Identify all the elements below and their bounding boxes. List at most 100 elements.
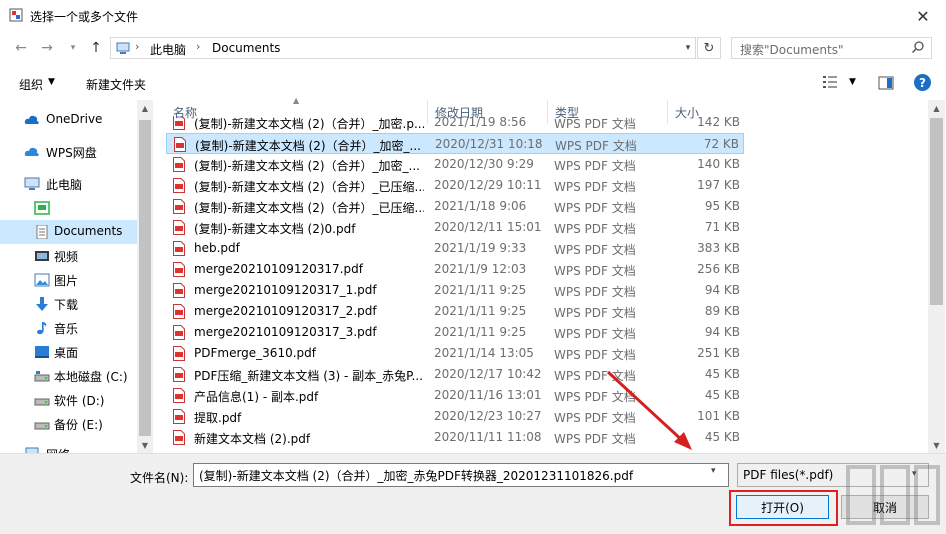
video-icon [35,251,49,261]
close-button[interactable]: ✕ [900,0,946,32]
nav-item-network[interactable]: 网络 [0,442,137,453]
arrow-left-icon: ← [15,40,27,56]
scroll-down-button[interactable]: ▼ [928,437,945,453]
file-row[interactable]: (复制)-新建文本文档 (2)（合并）_加密_... 2020/12/30 9:2… [166,154,744,175]
file-date: 2020/12/29 10:11 [434,178,542,192]
nav-item-documents[interactable]: Documents [0,220,137,244]
nav-item-this-pc[interactable]: 此电脑 [0,172,137,196]
file-name: 提取.pdf [194,411,242,425]
column-date[interactable]: 修改日期 [428,100,548,124]
pdf-file-icon [173,262,185,277]
file-row[interactable]: (复制)-新建文本文档 (2)（合并）_已压缩... 2021/1/18 9:06… [166,196,744,217]
chevron-down-icon[interactable]: ▾ [711,466,716,476]
drive-icon [34,371,50,382]
up-button[interactable]: ↑ [85,38,107,58]
scroll-down-button[interactable]: ▼ [137,437,153,453]
drive-icon [34,422,50,430]
help-button[interactable]: ? [914,74,931,91]
scroll-up-button[interactable]: ▲ [928,100,945,116]
recent-locations-button[interactable]: ▾ [62,38,84,58]
preview-pane-icon[interactable] [878,75,894,91]
file-type: WPS PDF 文档 [554,222,636,236]
file-row[interactable]: merge20210109120317.pdf 2021/1/9 12:03 WPS… [166,259,744,280]
arrow-right-icon: → [41,40,53,56]
file-size: 45 KB [704,388,740,402]
nav-item-music[interactable]: 音乐 [0,316,137,340]
file-type: WPS PDF 文档 [554,264,636,278]
pdf-file-icon [173,304,185,319]
open-button[interactable]: 打开(O) [736,495,829,519]
nav-item-drive-d[interactable]: 软件 (D:) [0,388,137,412]
nav-scrollbar-thumb[interactable] [139,120,151,436]
nav-item-videos[interactable]: 视频 [0,244,137,268]
breadcrumb-separator[interactable]: › [135,40,139,53]
nav-item-drive-e[interactable]: 备份 (E:) [0,412,137,436]
file-date: 2020/11/16 13:01 [434,388,542,402]
breadcrumb-documents[interactable]: Documents [212,41,280,55]
pdf-file-icon [173,178,185,193]
file-row[interactable]: merge20210109120317_3.pdf 2021/1/11 9:25 W… [166,322,744,343]
nav-item-downloads[interactable]: 下载 [0,292,137,316]
file-date: 2021/1/11 9:25 [434,304,527,318]
nav-item-desktop[interactable]: 桌面 [0,340,137,364]
chevron-down-icon[interactable]: ▼ [849,77,856,87]
file-row[interactable]: PDFmerge_3610.pdf 2021/1/14 13:05 WPS PDF … [166,343,744,364]
pdf-file-icon [173,220,185,235]
file-name: 新建文本文档 (2).pdf [194,432,311,446]
refresh-button[interactable]: ↻ [697,37,721,59]
help-icon: ? [919,75,926,90]
file-name: 产品信息(1) - 副本.pdf [194,390,319,404]
search-input[interactable]: 搜索"Documents" [740,41,843,58]
organize-button[interactable]: 组织 [19,76,43,93]
back-button[interactable]: ← [10,38,32,58]
file-size: 95 KB [704,199,740,213]
scroll-up-button[interactable]: ▲ [137,100,153,116]
file-row[interactable]: (复制)-新建文本文档 (2)（合并）_已压缩... 2020/12/29 10:… [166,175,744,196]
new-folder-button[interactable]: 新建文件夹 [86,76,146,93]
document-icon [36,225,48,239]
file-row[interactable]: heb.pdf 2021/1/19 9:33 WPS PDF 文档 383 KB [166,238,744,259]
forward-button[interactable]: → [36,38,58,58]
address-dropdown-button[interactable]: ▾ [680,38,696,58]
desktop-icon [35,346,49,358]
navigation-pane: OneDrive WPS网盘 此电脑 Documents 视频 图片 下载 音乐… [0,100,153,453]
nav-item-label: 下载 [54,298,79,312]
nav-item-wechat-files[interactable] [0,196,137,220]
file-size: 256 KB [697,262,740,276]
nav-item-wps-cloud[interactable]: WPS网盘 [0,140,137,164]
filename-input[interactable]: (复制)-新建文本文档 (2)（合并）_加密_赤兔PDF转换器_20201231… [193,463,729,487]
file-name: (复制)-新建文本文档 (2)（合并）_加密_... [195,139,421,153]
search-icon [911,41,924,54]
nav-item-drive-c[interactable]: 本地磁盘 (C:) [0,364,137,388]
file-date: 2020/12/11 15:01 [434,220,542,234]
breadcrumb-this-pc[interactable]: 此电脑 [150,41,186,58]
nav-item-pictures[interactable]: 图片 [0,268,137,292]
file-date: 2021/1/19 9:33 [434,241,527,255]
file-date: 2021/1/18 9:06 [434,199,527,213]
file-row[interactable]: merge20210109120317_2.pdf 2021/1/11 9:25 W… [166,301,744,322]
file-list-scrollbar-thumb[interactable] [930,118,943,305]
file-type: WPS PDF 文档 [554,201,636,215]
file-name: merge20210109120317_3.pdf [194,325,377,339]
file-row[interactable]: (复制)-新建文本文档 (2)0.pdf 2020/12/11 15:01 WPS … [166,217,744,238]
nav-item-onedrive[interactable]: OneDrive [0,108,137,132]
file-date: 2020/12/17 10:42 [434,367,542,381]
file-size: 251 KB [697,346,740,360]
file-name: merge20210109120317_1.pdf [194,283,377,297]
refresh-icon: ↻ [703,40,715,56]
nav-item-label: 备份 (E:) [54,418,103,432]
close-icon: ✕ [916,6,930,26]
computer-icon [24,177,40,190]
file-row[interactable]: (复制)-新建文本文档 (2)（合并）_加密_... 2020/12/31 10:… [166,133,744,154]
view-options-icon[interactable] [822,74,838,90]
nav-item-label: 桌面 [54,346,79,360]
file-row[interactable]: merge20210109120317_1.pdf 2021/1/11 9:25 W… [166,280,744,301]
file-size: 72 KB [703,137,739,151]
column-size[interactable]: 大小 [668,100,744,124]
column-type[interactable]: 类型 [548,100,668,124]
nav-item-label: Documents [54,224,123,238]
file-size: 383 KB [697,241,740,255]
pdf-file-icon [173,430,185,445]
breadcrumb-separator[interactable]: › [196,40,200,53]
title-bar [0,0,946,32]
